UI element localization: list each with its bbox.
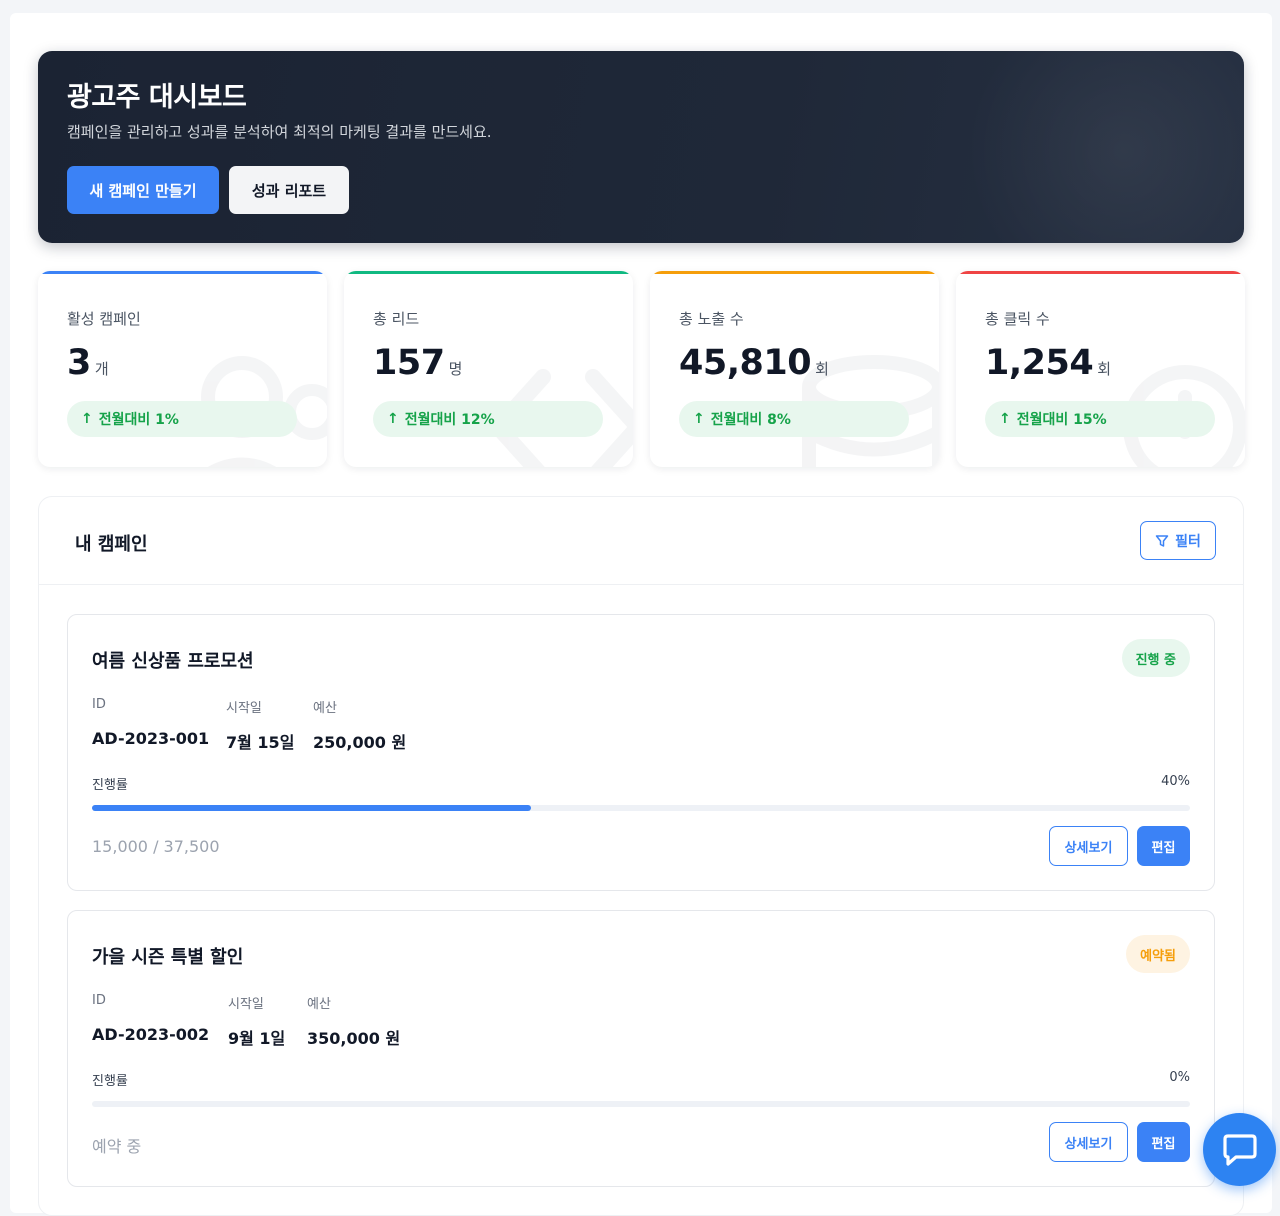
view-details-button[interactable]: 상세보기 [1049,1122,1128,1162]
stat-label: 총 리드 [373,310,420,328]
progress-label: 진행률 [92,1074,128,1089]
page-subtitle: 캠페인을 관리하고 성과를 분석하여 최적의 마케팅 결과를 만드세요. [67,123,492,141]
stat-accent-bar [956,271,1245,274]
filter-button[interactable]: 필터 [1140,521,1216,560]
campaign-budget: 350,000 원 [307,1029,401,1048]
chat-button[interactable] [1203,1113,1276,1186]
chat-bubble-icon [1222,1133,1257,1166]
campaign-start-label: 시작일 [226,701,262,716]
status-badge: 예약됨 [1126,935,1190,973]
stat-accent-bar [344,271,633,274]
filter-button-label: 필터 [1175,533,1201,550]
page-title: 광고주 대시보드 [67,82,247,113]
performance-report-button[interactable]: 성과 리포트 [229,166,349,214]
arrow-up-icon: ↑ [387,411,399,427]
stat-label: 총 노출 수 [679,310,744,328]
campaign-id-label: ID [92,697,106,712]
progress-percent: 0% [1169,1070,1190,1085]
campaign-id-label: ID [92,993,106,1008]
progress-track [92,805,1190,811]
new-campaign-button[interactable]: 새 캠페인 만들기 [67,166,219,214]
view-details-button[interactable]: 상세보기 [1049,826,1128,866]
filter-icon [1155,534,1169,547]
stat-trend: ↑ 전월대비 1% [67,401,297,437]
campaign-card: 가을 시즌 특별 할인 예약됨 ID 시작일 예산 AD-2023-002 9월… [67,910,1215,1187]
stat-card-total-leads: 총 리드 157 명 ↑ 전월대비 12% [344,271,633,467]
stat-accent-bar [38,271,327,274]
campaign-budget: 250,000 원 [313,733,407,752]
edit-button[interactable]: 편집 [1137,1122,1190,1162]
campaign-id: AD-2023-002 [92,1025,210,1044]
campaigns-panel-title: 내 캠페인 [75,534,148,555]
campaign-footer-text: 예약 중 [92,1137,142,1156]
campaign-footer-text: 15,000 / 37,500 [92,837,220,856]
stat-trend: ↑ 전월대비 8% [679,401,909,437]
stat-value: 1,254 회 [985,343,1111,383]
status-badge: 진행 중 [1121,639,1190,677]
campaign-budget-label: 예산 [313,701,337,716]
stat-accent-bar [650,271,939,274]
campaign-name: 가을 시즌 특별 할인 [92,947,244,968]
campaign-budget-label: 예산 [307,997,331,1012]
hero-banner: 광고주 대시보드 캠페인을 관리하고 성과를 분석하여 최적의 마케팅 결과를 … [38,51,1244,243]
arrow-up-icon: ↑ [81,411,93,427]
stat-value: 3개 [67,343,109,383]
stat-card-active-campaigns: 활성 캠페인 3개 ↑ 전월대비 1% [38,271,327,467]
edit-button[interactable]: 편집 [1137,826,1190,866]
campaign-start-date: 9월 1일 [228,1029,286,1048]
stat-label: 활성 캠페인 [67,310,141,328]
progress-track [92,1101,1190,1107]
arrow-up-icon: ↑ [693,411,705,427]
campaign-start-label: 시작일 [228,997,264,1012]
progress-percent: 40% [1161,774,1190,789]
campaign-card: 여름 신상품 프로모션 진행 중 ID 시작일 예산 AD-2023-001 7… [67,614,1215,891]
campaign-name: 여름 신상품 프로모션 [92,651,254,672]
progress-fill [92,805,532,811]
campaign-start-date: 7월 15일 [226,733,295,752]
campaigns-panel-header: 내 캠페인 필터 [39,497,1243,585]
arrow-up-icon: ↑ [999,411,1011,427]
stat-trend: ↑ 전월대비 15% [985,401,1215,437]
stat-card-total-impressions: 총 노출 수 45,810 회 ↑ 전월대비 8% [650,271,939,467]
stat-trend: ↑ 전월대비 12% [373,401,603,437]
campaign-id: AD-2023-001 [92,729,210,748]
stat-card-total-clicks: 총 클릭 수 1,254 회 ↑ 전월대비 15% [956,271,1245,467]
stat-value: 45,810 회 [679,343,829,383]
stat-label: 총 클릭 수 [985,310,1050,328]
stat-value: 157 명 [373,343,462,383]
progress-label: 진행률 [92,778,128,793]
